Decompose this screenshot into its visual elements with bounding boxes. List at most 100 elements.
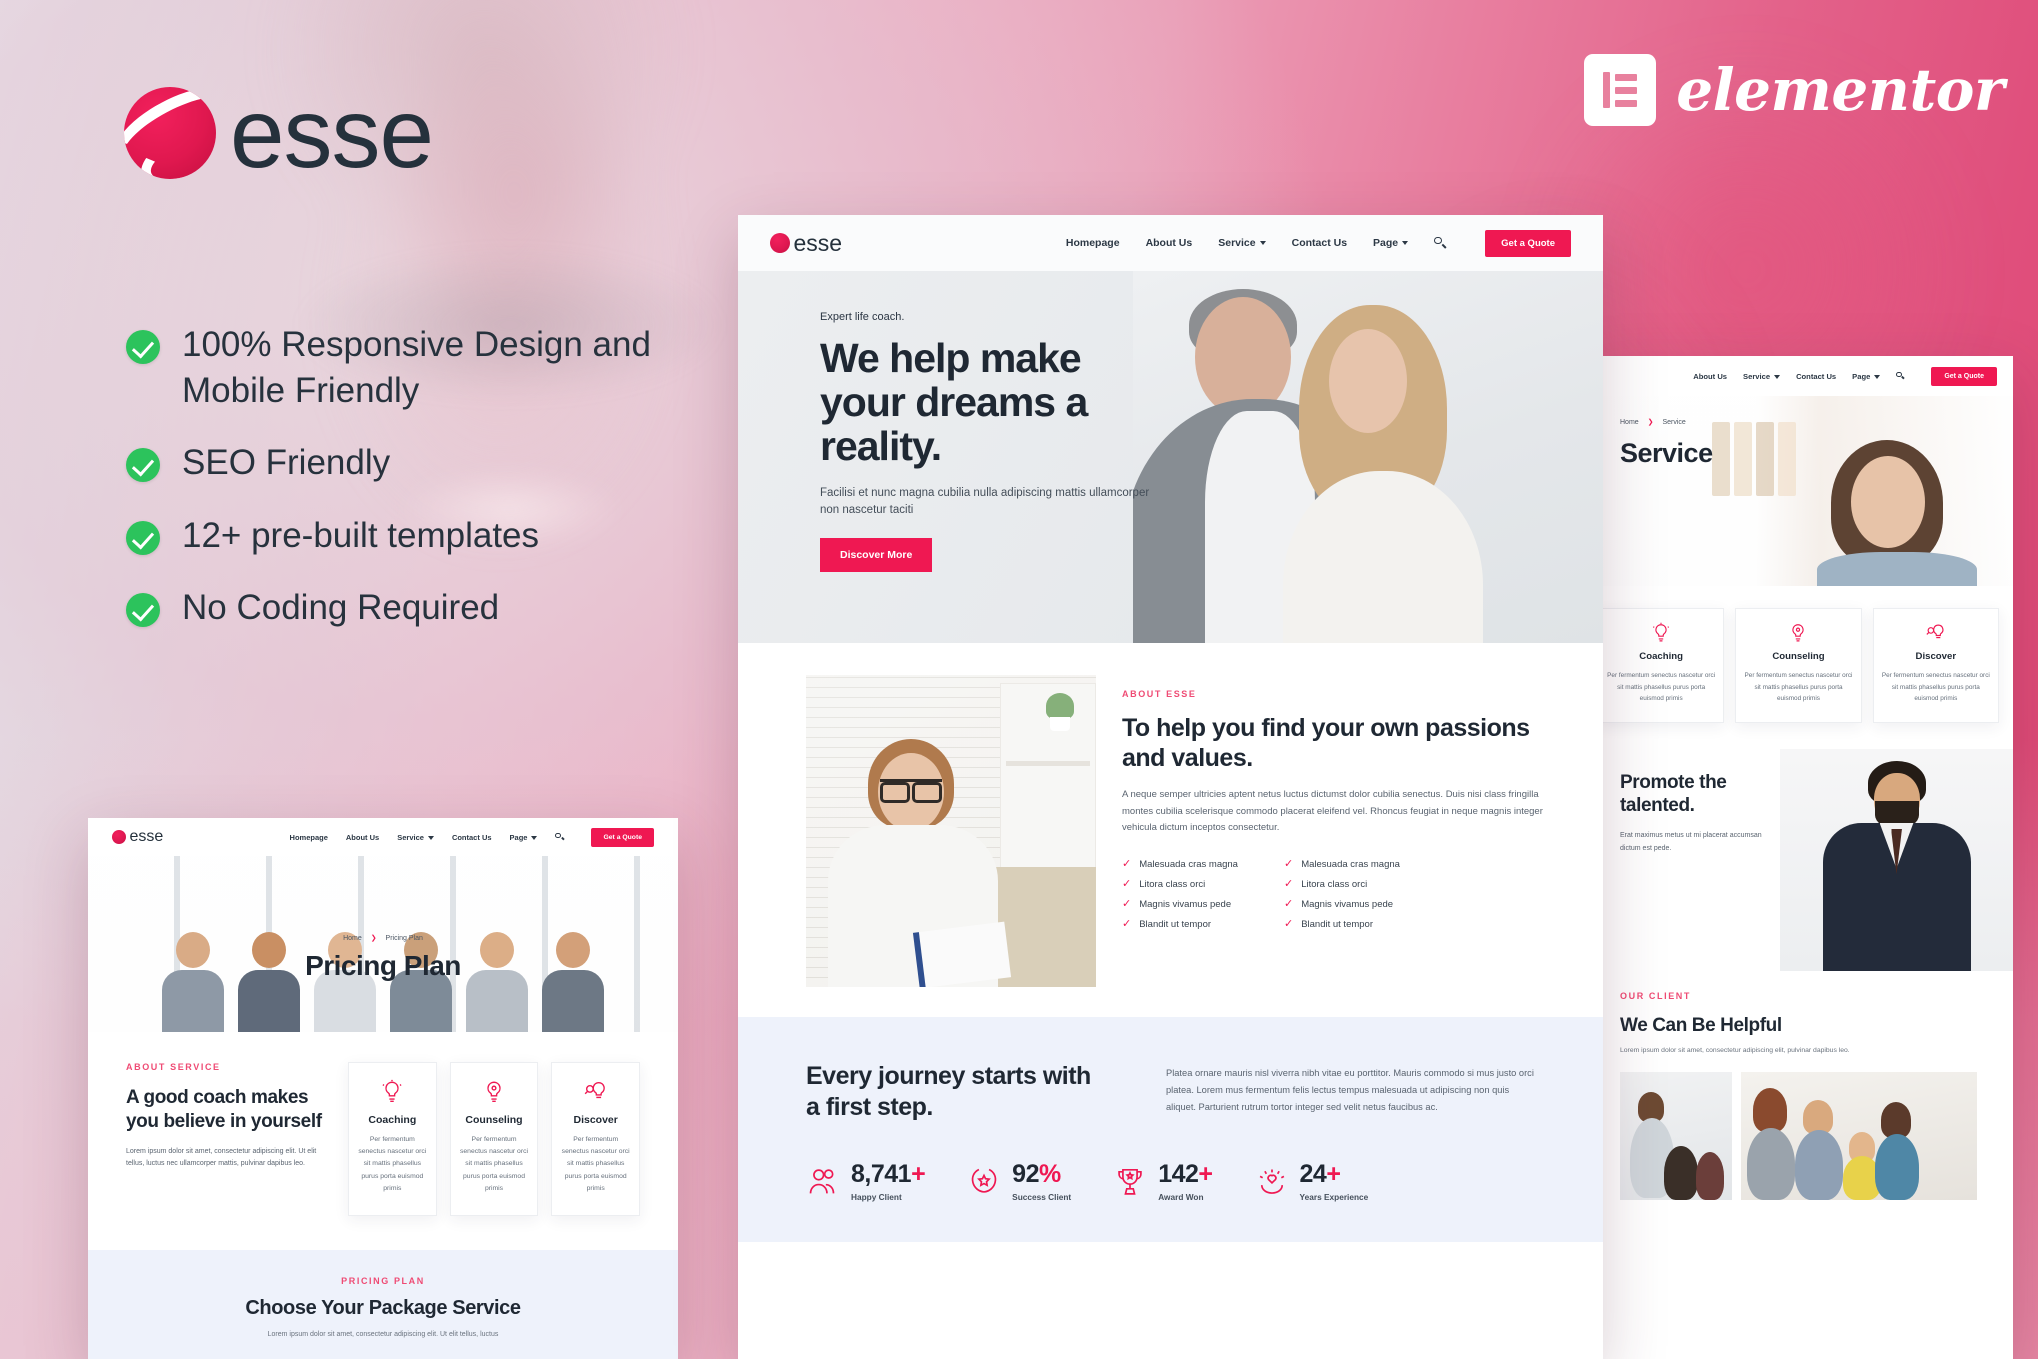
service-card[interactable]: Counseling Per fermentum senectus nascet…: [1735, 608, 1862, 723]
list-item: ✓ Malesuada cras magna: [1283, 857, 1400, 870]
chevron-down-icon: [1259, 241, 1266, 246]
section-title: A good coach makes you believe in yourse…: [126, 1087, 322, 1132]
card-text: Per fermentum senectus nascetur orci sit…: [1607, 672, 1716, 703]
service-card[interactable]: Discover Per fermentum senectus nascetur…: [551, 1062, 641, 1217]
section-paragraph: A neque semper ultricies aptent netus lu…: [1122, 789, 1543, 834]
nav-item-contact-us[interactable]: Contact Us: [1796, 372, 1836, 381]
check-icon: [126, 448, 160, 483]
stat-suffix: +: [1326, 1160, 1341, 1188]
card-text: Per fermentum senectus nascetur orci sit…: [358, 1136, 427, 1192]
promo-banner: esse 100% Responsive Design and Mobile F…: [0, 0, 2038, 1359]
breadcrumb-current: Service: [1662, 419, 1686, 426]
heart-hands-icon: [1255, 1165, 1289, 1199]
search-icon[interactable]: [555, 832, 565, 842]
stat-value: 92: [1012, 1160, 1039, 1188]
breadcrumb-home[interactable]: Home: [343, 935, 362, 942]
pricing-hero: Home ❯ Pricing Plan Pricing Plan: [88, 856, 678, 1032]
promote-photo-man: [1780, 748, 2013, 971]
nav-item-service[interactable]: Service: [1218, 237, 1266, 249]
get-a-quote-button[interactable]: Get a Quote: [1485, 229, 1571, 257]
pricing-plan-section: PRICING PLAN Choose Your Package Service…: [88, 1250, 678, 1359]
service-card[interactable]: Coaching Per fermentum senectus nascetur…: [348, 1062, 437, 1217]
gallery-image-family: [1741, 1072, 1977, 1201]
card-text: Per fermentum senectus nascetur orci sit…: [561, 1136, 630, 1192]
elementor-wordmark: elementor: [1676, 56, 2004, 124]
stat-happy-client: 8,741+ Happy Client: [806, 1160, 926, 1202]
check-icon: ✓: [1122, 917, 1132, 930]
promote-section: Promote the talented. Erat maximus metus…: [1584, 748, 2013, 971]
main-nav: Homepage About Us Service Contact Us Pag…: [290, 827, 654, 847]
stats-section: Every journey starts with a first step. …: [738, 1017, 1603, 1242]
check-icon: ✓: [1283, 877, 1294, 890]
about-feature-columns: ✓ Malesuada cras magna ✓ Litora class orci…: [1122, 857, 1557, 939]
card-text: Per fermentum senectus nascetur orci sit…: [460, 1136, 529, 1192]
pricing-header: esse Homepage About Us Service Contact U…: [88, 818, 678, 856]
promo-column: esse 100% Responsive Design and Mobile F…: [0, 0, 760, 760]
homepage-header: esse Homepage About Us Service Contact U…: [738, 215, 1603, 271]
section-paragraph: Erat maximus metus ut mi placerat accums…: [1620, 831, 1762, 852]
lightbulb-search-icon: [1925, 622, 1947, 644]
nav-item-page[interactable]: Page: [1373, 237, 1409, 249]
client-gallery: [1620, 1072, 1977, 1201]
card-title: Counseling: [465, 1114, 523, 1126]
nav-item-page[interactable]: Page: [510, 833, 538, 842]
about-section: ABOUT ESSE To help you find your own pas…: [738, 643, 1603, 1017]
stat-label: Years Experience: [1299, 1192, 1369, 1202]
breadcrumb: Home ❯ Service: [1620, 418, 1686, 426]
trophy-icon: [1113, 1165, 1147, 1199]
list-item: ✓ Magnis vivamus pede: [1283, 897, 1394, 910]
search-icon[interactable]: [1896, 371, 1906, 381]
nav-item-service[interactable]: Service: [397, 833, 434, 842]
header-logo[interactable]: esse: [770, 229, 843, 256]
nav-item-homepage[interactable]: Homepage: [1066, 237, 1120, 249]
pricing-page-mockup: esse Homepage About Us Service Contact U…: [88, 818, 678, 1359]
card-title: Discover: [573, 1114, 618, 1126]
service-cards: Coaching Per fermentum senectus nascetur…: [348, 1062, 641, 1217]
nav-item-contact-us[interactable]: Contact Us: [1292, 237, 1347, 249]
chevron-down-icon: [1402, 241, 1409, 246]
get-a-quote-button[interactable]: Get a Quote: [1931, 366, 1997, 386]
card-text: Per fermentum senectus nascetur orci sit…: [1744, 672, 1853, 703]
header-logo[interactable]: esse: [112, 829, 163, 845]
feature-label: SEO Friendly: [182, 443, 391, 483]
discover-more-button[interactable]: Discover More: [820, 538, 933, 573]
service-cards: Coaching Per fermentum senectus nascetur…: [1584, 586, 2013, 749]
nav-item-about-us[interactable]: About Us: [346, 833, 379, 842]
get-a-quote-button[interactable]: Get a Quote: [591, 827, 654, 847]
stat-suffix: +: [1198, 1160, 1213, 1188]
about-service-section: ABOUT SERVICE A good coach makes you bel…: [88, 1032, 678, 1251]
section-kicker: ABOUT SERVICE: [126, 1062, 221, 1072]
breadcrumb-home[interactable]: Home: [1620, 419, 1639, 426]
breadcrumb: Home ❯ Pricing Plan: [88, 934, 678, 942]
feature-item: No Coding Required: [126, 585, 726, 631]
service-header: About Us Service Contact Us Page Get a Q…: [1584, 356, 2013, 396]
lightbulb-icon: [1650, 622, 1672, 644]
nav-item-service[interactable]: Service: [1743, 372, 1781, 381]
check-icon: [126, 330, 160, 364]
service-card[interactable]: Coaching Per fermentum senectus nascetur…: [1598, 608, 1725, 723]
nav-item-homepage[interactable]: Homepage: [290, 833, 328, 842]
elementor-bars-horizontal: [1615, 73, 1638, 107]
card-text: Per fermentum senectus nascetur orci sit…: [1881, 672, 1990, 703]
hero-photo-couple: [1133, 271, 1603, 643]
our-client-section: OUR CLIENT We Can Be Helpful Lorem ipsum…: [1584, 970, 2013, 1201]
stat-suffix: +: [911, 1160, 926, 1188]
nav-item-about-us[interactable]: About Us: [1146, 237, 1193, 249]
nav-item-contact-us[interactable]: Contact Us: [452, 833, 492, 842]
service-card[interactable]: Discover Per fermentum senectus nascetur…: [1872, 608, 1999, 723]
lightbulb-gear-icon: [481, 1079, 507, 1105]
section-paragraph: Lorem ipsum dolor sit amet, consectetur …: [1620, 1046, 1850, 1054]
page-title: Pricing Plan: [305, 950, 461, 981]
service-page-mockup: About Us Service Contact Us Page Get a Q…: [1584, 356, 2013, 1359]
page-title: Service: [1620, 438, 1713, 468]
service-card[interactable]: Counseling Per fermentum senectus nascet…: [449, 1062, 539, 1217]
feature-list: 100% Responsive Design and Mobile Friend…: [126, 322, 726, 657]
search-icon[interactable]: [1434, 236, 1447, 250]
header-brand-name: esse: [793, 229, 843, 256]
chevron-down-icon: [1774, 374, 1781, 379]
nav-item-about-us[interactable]: About Us: [1693, 372, 1727, 381]
hero-subtitle: Facilisi et nunc magna cubilia nulla adi…: [820, 486, 1150, 517]
nav-item-page[interactable]: Page: [1852, 372, 1881, 381]
section-title: Choose Your Package Service: [245, 1297, 521, 1320]
check-icon: ✓: [1122, 877, 1132, 890]
